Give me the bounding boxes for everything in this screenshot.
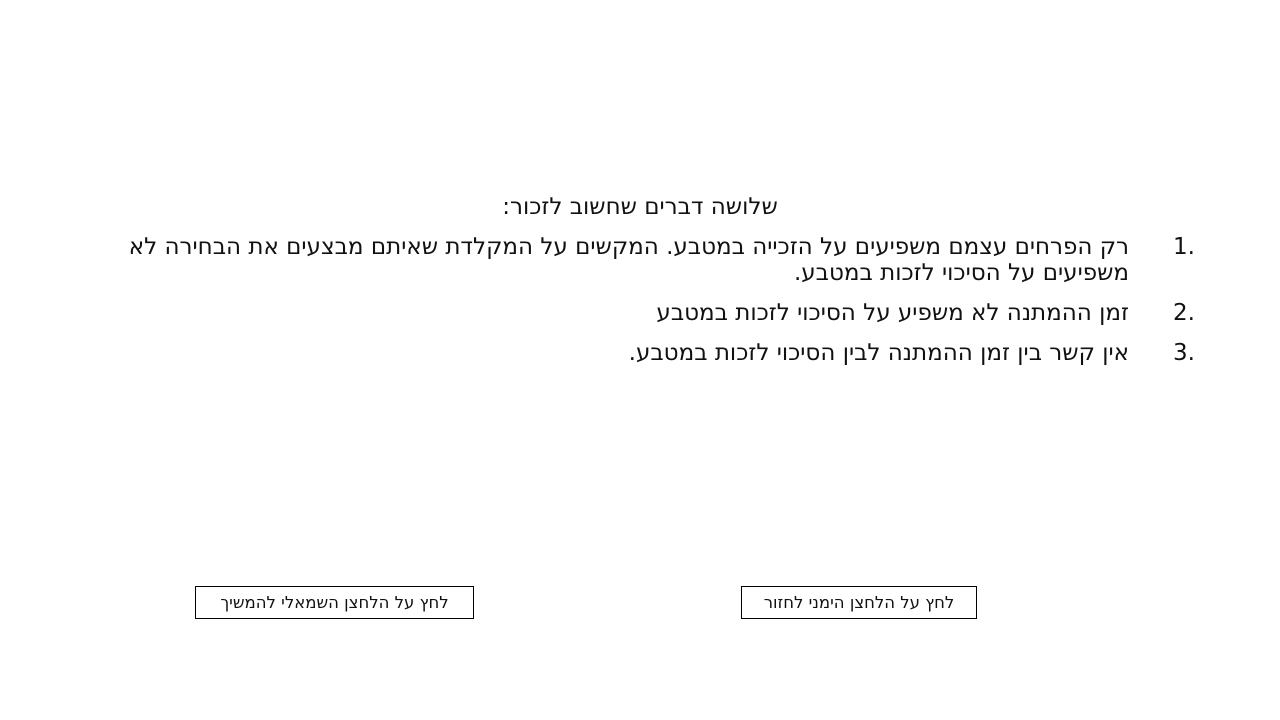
list-item-text: זמן ההמתנה לא משפיע על הסיכוי לזכות במטב… — [656, 300, 1129, 326]
list-item-number: 1. — [1173, 234, 1195, 260]
page-title: שלושה דברים שחשוב לזכור: — [502, 194, 778, 220]
back-button[interactable]: לחץ על הלחצן הימני לחזור — [741, 586, 977, 619]
list-item-text: אין קשר בין זמן ההמתנה לבין הסיכוי לזכות… — [628, 340, 1129, 366]
list-item-number: 3. — [1173, 340, 1195, 366]
list-item: 1. רק הפרחים עצמם משפיעים על הזכייה במטב… — [120, 234, 1195, 286]
list-item-text: רק הפרחים עצמם משפיעים על הזכייה במטבע. … — [128, 234, 1129, 286]
continue-button[interactable]: לחץ על הלחצן השמאלי להמשיך — [195, 586, 474, 619]
list-item: 3. אין קשר בין זמן ההמתנה לבין הסיכוי לז… — [120, 340, 1195, 366]
reminder-list: 1. רק הפרחים עצמם משפיעים על הזכייה במטב… — [120, 234, 1195, 380]
instruction-screen: שלושה דברים שחשוב לזכור: 1. רק הפרחים עצ… — [0, 0, 1280, 720]
list-item: 2. זמן ההמתנה לא משפיע על הסיכוי לזכות ב… — [120, 300, 1195, 326]
list-item-number: 2. — [1173, 300, 1195, 326]
